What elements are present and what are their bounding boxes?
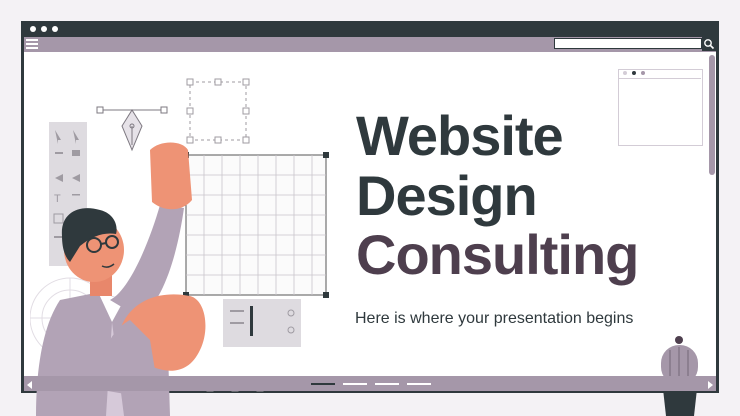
mini-window-dot <box>623 71 627 75</box>
prev-arrow-icon[interactable] <box>26 381 34 389</box>
window-close-dot[interactable] <box>30 26 36 32</box>
controls-panel-icon <box>223 299 301 347</box>
wireframe-grid <box>183 152 329 298</box>
page-indicator[interactable] <box>343 383 367 385</box>
search-input[interactable] <box>554 38 702 49</box>
next-arrow-icon[interactable] <box>706 381 714 389</box>
title-line-3: Consulting <box>356 223 639 286</box>
search-button[interactable] <box>702 37 716 51</box>
decorative-mini-titlebar <box>618 69 701 79</box>
window-titlebar <box>21 21 719 37</box>
scrollbar-thumb[interactable] <box>709 55 715 175</box>
subtitle: Here is where your presentation begins <box>355 310 634 327</box>
designer-illustration: T <box>30 78 329 416</box>
page-indicator[interactable] <box>407 383 431 385</box>
menu-icon[interactable] <box>26 39 38 50</box>
mini-window-dot <box>632 71 636 75</box>
window-maximize-dot[interactable] <box>52 26 58 32</box>
decorative-mini-window <box>618 69 703 146</box>
window-minimize-dot[interactable] <box>41 26 47 32</box>
page-indicator[interactable] <box>375 383 399 385</box>
mini-window-dot <box>641 71 645 75</box>
pen-tool-icon <box>96 106 168 152</box>
title-line-1: Website <box>356 104 564 167</box>
cactus-illustration <box>660 336 700 416</box>
svg-text:T: T <box>54 193 61 205</box>
page-indicator-active[interactable] <box>311 383 335 385</box>
search-icon <box>704 39 715 50</box>
browser-bottombar <box>24 376 716 391</box>
title-line-2: Design <box>356 164 538 227</box>
